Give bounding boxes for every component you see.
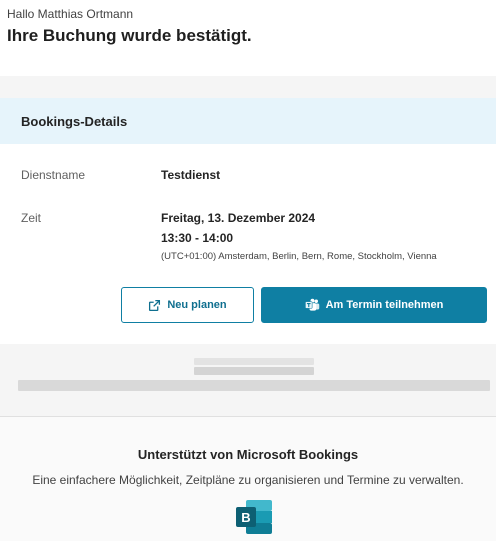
microsoft-bookings-logo: B xyxy=(236,500,272,534)
external-link-icon xyxy=(148,299,161,312)
teams-icon xyxy=(304,298,320,312)
redacted-line xyxy=(194,367,314,375)
details-title: Bookings-Details xyxy=(21,113,128,129)
tagline-text: Eine einfachere Möglichkeit, Zeitpläne z… xyxy=(32,473,464,487)
booking-time-range: 13:30 - 14:00 xyxy=(161,231,234,245)
greeting-text: Hallo Matthias Ortmann xyxy=(7,7,134,21)
reschedule-button[interactable]: Neu planen xyxy=(121,287,254,323)
reschedule-button-label: Neu planen xyxy=(167,299,227,311)
footer: Unterstützt von Microsoft Bookings Eine … xyxy=(0,417,496,541)
service-name-value: Testdienst xyxy=(161,168,221,182)
booking-date: Freitag, 13. Dezember 2024 xyxy=(161,211,316,225)
redacted-line xyxy=(18,380,490,391)
powered-by-text: Unterstützt von Microsoft Bookings xyxy=(137,447,359,462)
join-meeting-button-label: Am Termin teilnehmen xyxy=(325,299,444,311)
time-label: Zeit xyxy=(21,211,42,225)
redacted-section xyxy=(0,344,496,416)
join-meeting-button[interactable]: Am Termin teilnehmen xyxy=(261,287,487,323)
section-divider-strip xyxy=(0,76,496,98)
svg-text:B: B xyxy=(241,510,250,525)
booking-timezone: (UTC+01:00) Amsterdam, Berlin, Bern, Rom… xyxy=(161,251,437,262)
redacted-line xyxy=(194,358,314,365)
service-name-label: Dienstname xyxy=(21,168,86,182)
details-section-header: Bookings-Details xyxy=(0,98,496,144)
confirmation-headline: Ihre Buchung wurde bestätigt. xyxy=(7,26,252,45)
